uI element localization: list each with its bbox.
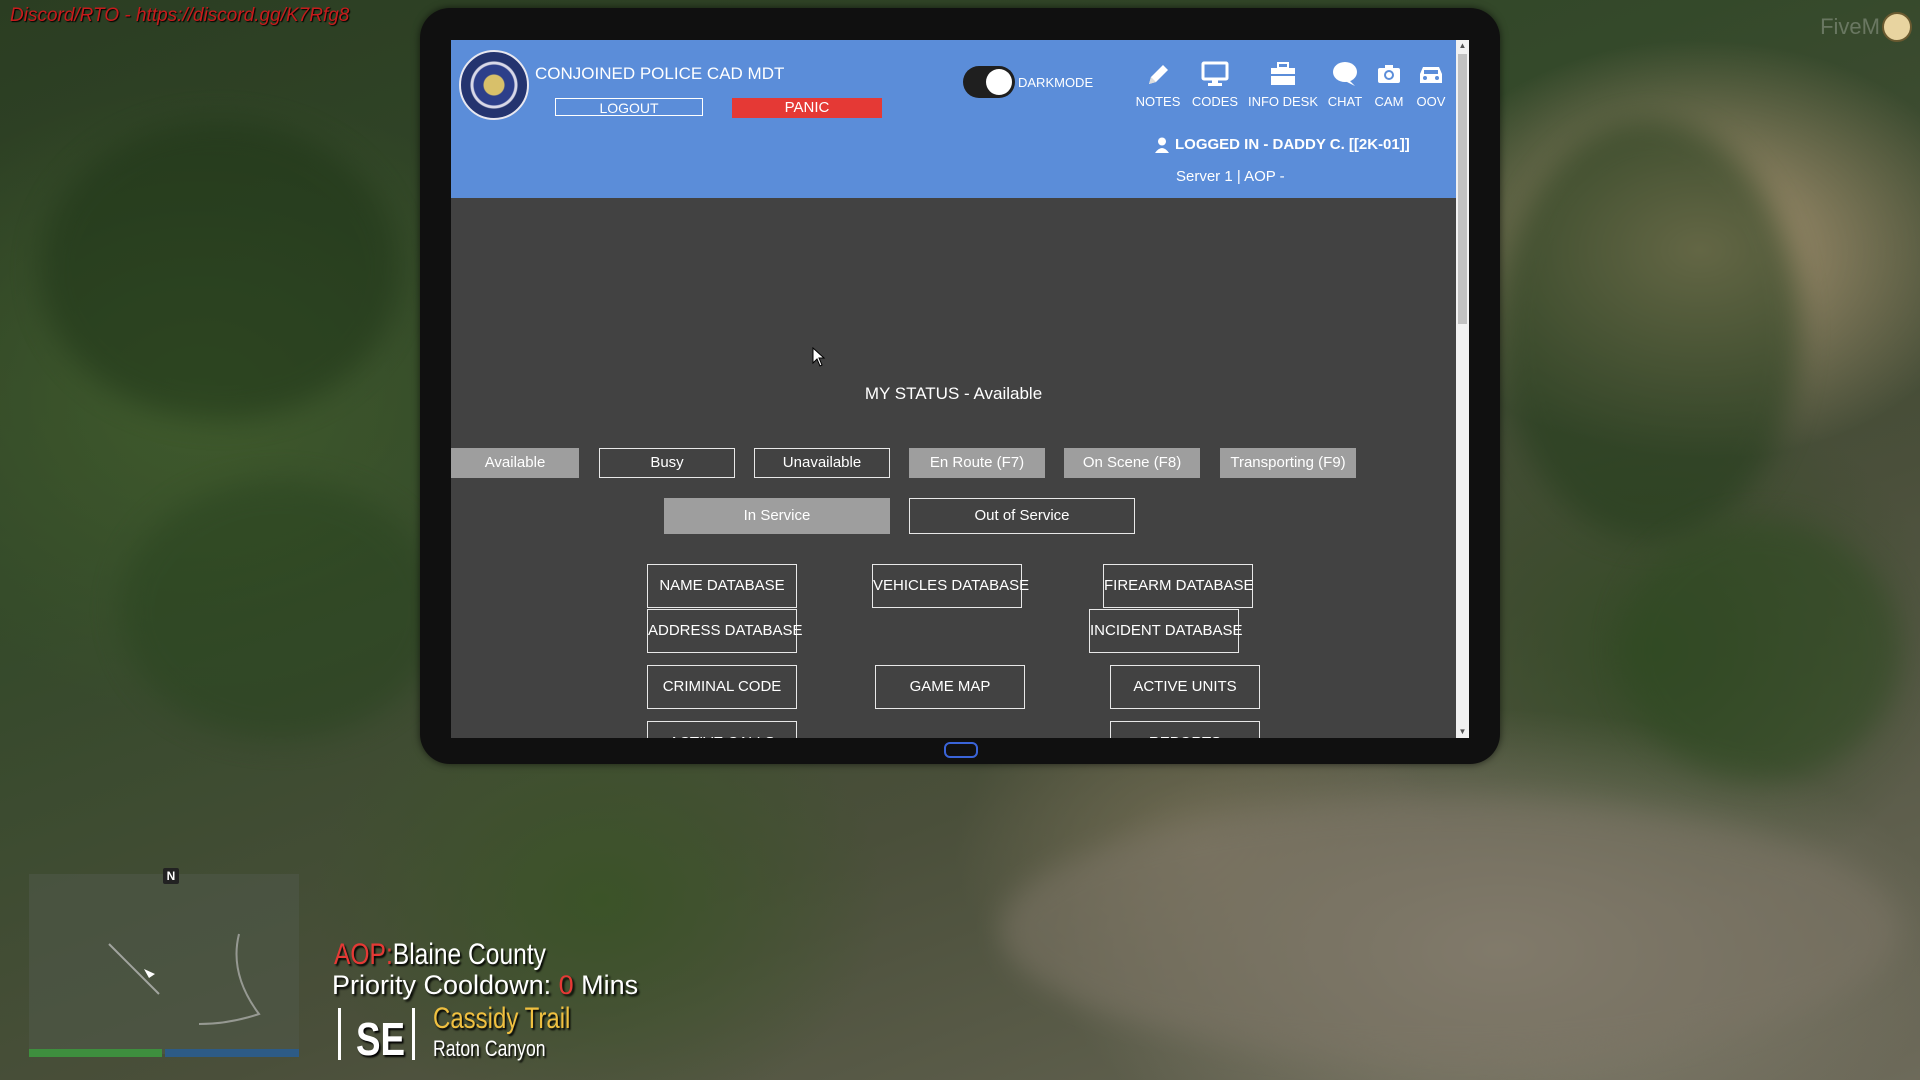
darkmode-toggle[interactable] [963, 66, 1015, 98]
user-icon [1155, 137, 1169, 153]
hud-street: Cassidy Trail [433, 1002, 571, 1035]
chat-bubble-icon [1323, 60, 1367, 88]
vehicles-database-button[interactable]: VEHICLES DATABASE [872, 564, 1029, 608]
nav-oov[interactable]: OOV [1411, 60, 1451, 109]
out-of-service-button[interactable]: Out of Service [909, 498, 1135, 534]
status-on-scene-button[interactable]: On Scene (F8) [1064, 448, 1200, 478]
my-status-title: MY STATUS - Available [864, 384, 1043, 403]
status-en-route-button[interactable]: En Route (F7) [909, 448, 1045, 478]
minimap [29, 874, 299, 1054]
server-aop: Server 1 | AOP - [1176, 168, 1285, 185]
prio-value: 0 [558, 970, 574, 1000]
hud-aop: AOP:Blaine County [334, 938, 546, 972]
in-service-button[interactable]: In Service [664, 498, 890, 534]
scroll-down-arrow-icon[interactable]: ▼ [1456, 726, 1469, 738]
aop-key: AOP: [334, 938, 393, 971]
aop-value: Blaine County [392, 938, 546, 971]
prio-label: Priority Cooldown: [332, 970, 552, 1000]
hud-zone: Raton Canyon [433, 1036, 546, 1061]
incident-database-button[interactable]: INCIDENT DATABASE [1089, 609, 1243, 653]
hud-separator [412, 1008, 415, 1060]
nav-label: CAM [1374, 94, 1404, 109]
camera-icon [1369, 60, 1409, 88]
status-busy-button[interactable]: Busy [599, 448, 735, 478]
firearm-database-button[interactable]: FIREARM DATABASE [1103, 564, 1253, 608]
active-calls-button[interactable]: ACTIVE CALLS [647, 721, 797, 738]
mdt-screen: CONJOINED POLICE CAD MDT LOGOUT PANIC DA… [451, 40, 1469, 738]
monitor-icon [1189, 60, 1241, 88]
nav-label: CODES [1191, 94, 1239, 109]
prio-unit: Mins [581, 970, 639, 1000]
nav-label: INFO DESK [1247, 94, 1319, 109]
game-map-button[interactable]: GAME MAP [875, 665, 1025, 709]
panic-button[interactable]: PANIC [732, 98, 882, 118]
mdt-tablet: CONJOINED POLICE CAD MDT LOGOUT PANIC DA… [420, 8, 1500, 764]
car-icon [1411, 60, 1451, 88]
fivem-logo-icon [1882, 12, 1912, 42]
logged-in-text: LOGGED IN - DADDY C. [[2K-01]] [1175, 136, 1410, 153]
scrollbar[interactable]: ▲ ▼ [1456, 40, 1469, 738]
scroll-thumb[interactable] [1458, 54, 1467, 324]
app-title: CONJOINED POLICE CAD MDT [535, 64, 785, 83]
status-available-button[interactable]: Available [451, 448, 579, 478]
status-transporting-button[interactable]: Transporting (F9) [1220, 448, 1356, 478]
compass-north-label: N [163, 868, 179, 884]
tree-foliage [40, 120, 400, 420]
nav-codes[interactable]: CODES [1189, 60, 1241, 109]
active-units-button[interactable]: ACTIVE UNITS [1110, 665, 1260, 709]
nav-chat[interactable]: CHAT [1323, 60, 1367, 109]
mouse-cursor-icon [812, 347, 826, 367]
scroll-up-arrow-icon[interactable]: ▲ [1456, 40, 1469, 52]
tree-foliage [120, 480, 440, 740]
armor-bar [165, 1049, 299, 1057]
briefcase-icon [1247, 60, 1319, 88]
tablet-home-button[interactable] [944, 742, 978, 758]
rock-slope [1000, 800, 1900, 1060]
hud-direction: SE [356, 1013, 406, 1065]
health-bar [29, 1049, 162, 1057]
mdt-header: CONJOINED POLICE CAD MDT LOGOUT PANIC DA… [451, 40, 1456, 198]
criminal-code-button[interactable]: CRIMINAL CODE [647, 665, 797, 709]
tree-foliage [1620, 520, 1900, 780]
toggle-knob [986, 69, 1012, 95]
hud-priority-cooldown: Priority Cooldown: 0 Mins [332, 970, 638, 1001]
nav-cam[interactable]: CAM [1369, 60, 1409, 109]
name-database-button[interactable]: NAME DATABASE [647, 564, 797, 608]
fivem-label: FiveM [1820, 14, 1880, 39]
darkmode-label: DARKMODE [1018, 75, 1094, 90]
nav-notes[interactable]: NOTES [1133, 60, 1183, 109]
status-unavailable-button[interactable]: Unavailable [754, 448, 890, 478]
tree-foliage [1500, 120, 1800, 540]
logged-in-line: LOGGED IN - DADDY C. [[2K-01]] [1155, 136, 1410, 153]
server-watermark: Discord/RTO - https://discord.gg/K7Rfg8 [10, 5, 350, 26]
nav-info-desk[interactable]: INFO DESK [1247, 60, 1319, 109]
logout-button[interactable]: LOGOUT [555, 98, 703, 116]
nav-label: OOV [1416, 94, 1446, 109]
minimap-roads [108, 933, 261, 1025]
nav-label: CHAT [1327, 94, 1363, 109]
police-badge-logo [459, 50, 529, 120]
reports-button[interactable]: REPORTS [1110, 721, 1260, 738]
hud-separator [338, 1008, 341, 1060]
address-database-button[interactable]: ADDRESS DATABASE [647, 609, 802, 653]
pencil-icon [1133, 60, 1183, 88]
nav-label: NOTES [1135, 94, 1181, 109]
